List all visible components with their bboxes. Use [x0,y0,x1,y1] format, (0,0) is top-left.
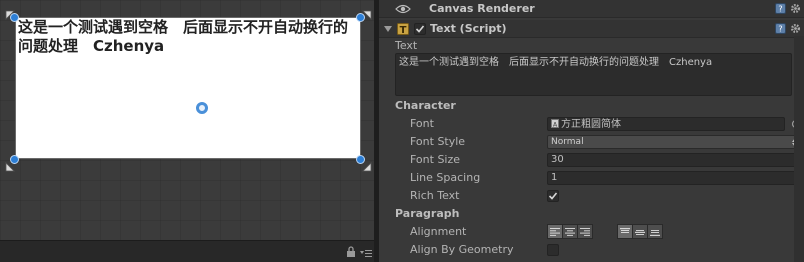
corner-handle-top-left[interactable] [10,13,19,22]
text-rect[interactable]: 这是一个测试遇到空格 后面显示不开自动换行的问题处理 Czhenya [15,17,361,159]
rich-text-label: Rich Text [410,189,460,202]
eye-icon [395,4,411,14]
corner-handle-top-right[interactable] [356,13,365,22]
align-top-icon [620,227,630,233]
checkmark-icon [548,192,558,200]
paragraph-section-label: Paragraph [395,207,460,220]
inspector-scrollbar[interactable] [794,36,804,262]
align-by-geometry-checkbox[interactable] [547,244,559,256]
line-spacing-field[interactable]: 1 [547,171,802,185]
font-style-dropdown[interactable]: Normal [547,135,802,149]
font-size-field[interactable]: 30 [547,153,802,167]
pivot-handle[interactable] [196,102,208,114]
scene-status-bar [0,240,374,262]
canvas-text: 这是一个测试遇到空格 后面显示不开自动换行的问题处理 Czhenya [18,18,349,55]
canvas-renderer-title: Canvas Renderer [429,2,535,15]
alignment-label: Alignment [410,225,467,238]
font-style-value: Normal [551,137,584,147]
align-left-icon [550,227,560,236]
align-center-icon [565,227,575,236]
corner-handle-bottom-left[interactable] [10,155,19,164]
horizontal-alignment-group [547,224,593,239]
character-section-label: Character [395,99,456,112]
svg-text:?: ? [778,25,782,34]
align-bottom-icon [650,229,660,236]
inspector-panel: Canvas Renderer ? T Text (Script) ? Text… [379,0,804,262]
svg-text:?: ? [778,5,782,14]
scene-view[interactable]: 这是一个测试遇到空格 后面显示不开自动换行的问题处理 Czhenya [0,0,374,262]
text-label: Text [395,39,418,52]
font-size-label: Font Size [410,153,461,166]
help-icon[interactable]: ? [775,23,786,34]
font-field[interactable]: A 方正粗圆简体 [547,117,785,131]
anchor-bottom-right-icon[interactable] [362,162,372,172]
align-right-icon [580,227,590,236]
gear-icon[interactable] [790,3,801,14]
align-bottom-button[interactable] [647,224,663,239]
align-middle-button[interactable] [632,224,648,239]
font-asset-icon: A [551,119,559,129]
lock-icon[interactable] [346,246,356,258]
line-spacing-label: Line Spacing [410,171,481,184]
svg-text:T: T [400,25,407,35]
font-style-label: Font Style [410,135,466,148]
text-area[interactable]: 这是一个测试遇到空格 后面显示不开自动换行的问题处理 Czhenya [395,53,792,96]
text-component-icon: T [397,23,409,35]
text-script-header[interactable]: T Text (Script) ? [379,20,804,38]
vertical-alignment-group [617,224,663,239]
align-right-button[interactable] [577,224,593,239]
corner-handle-bottom-right[interactable] [356,155,365,164]
align-middle-icon [635,229,645,235]
rich-text-checkbox[interactable] [547,190,559,202]
font-value: 方正粗圆简体 [561,119,621,130]
font-label: Font [410,117,434,130]
layout-menu-icon[interactable] [360,249,372,257]
align-top-button[interactable] [617,224,633,239]
align-center-button[interactable] [562,224,578,239]
help-icon[interactable]: ? [775,3,786,14]
align-left-button[interactable] [547,224,563,239]
foldout-arrow-icon[interactable] [384,25,392,33]
align-by-geometry-label: Align By Geometry [410,243,514,256]
enabled-checkbox[interactable] [414,23,426,35]
gear-icon[interactable] [790,23,801,34]
canvas-renderer-header[interactable]: Canvas Renderer ? [379,0,804,18]
text-script-title: Text (Script) [430,22,507,35]
